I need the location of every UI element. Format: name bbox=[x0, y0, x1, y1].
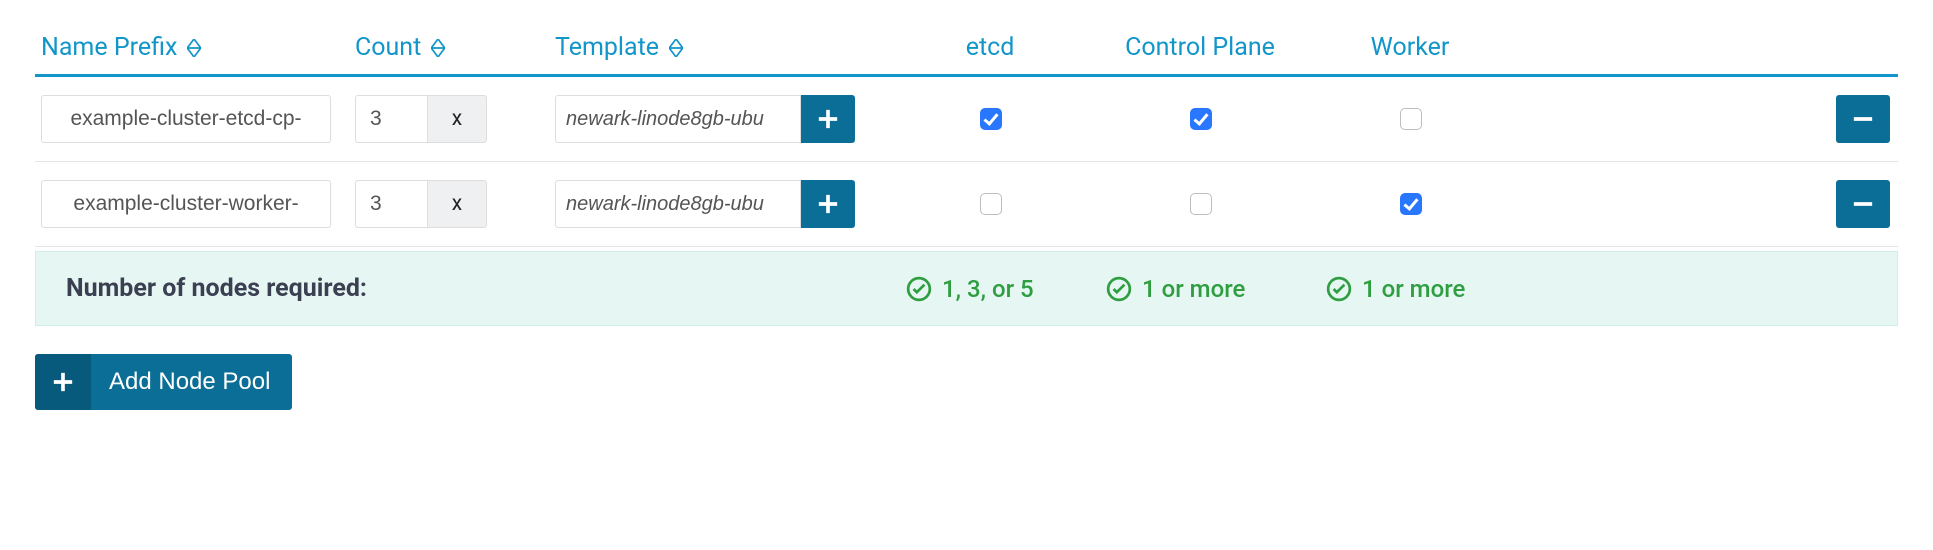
requirement-etcd-text: 1, 3, or 5 bbox=[942, 275, 1034, 303]
remove-row-button[interactable] bbox=[1836, 180, 1890, 228]
header-cp-label: Control Plane bbox=[1125, 33, 1275, 62]
add-node-pool-button[interactable]: Add Node Pool bbox=[35, 354, 292, 410]
template-input[interactable] bbox=[555, 180, 801, 228]
worker-checkbox[interactable] bbox=[1400, 108, 1422, 130]
add-node-pool-label: Add Node Pool bbox=[109, 368, 270, 396]
header-worker-label: Worker bbox=[1371, 33, 1450, 62]
requirement-worker: 1 or more bbox=[1326, 275, 1867, 303]
header-name-prefix-label: Name Prefix bbox=[41, 33, 177, 62]
check-circle-icon bbox=[1326, 276, 1352, 302]
header-count-label: Count bbox=[355, 33, 421, 62]
node-pools-table: Name Prefix Count Template etcd Control … bbox=[35, 25, 1898, 326]
header-template[interactable]: Template bbox=[555, 33, 895, 62]
count-group: x bbox=[355, 180, 555, 228]
header-worker: Worker bbox=[1315, 33, 1505, 62]
add-template-button[interactable] bbox=[801, 180, 855, 228]
check-circle-icon bbox=[1106, 276, 1132, 302]
plus-icon bbox=[52, 371, 74, 393]
etcd-checkbox[interactable] bbox=[980, 108, 1002, 130]
requirement-cp-text: 1 or more bbox=[1142, 275, 1245, 303]
name-prefix-input[interactable] bbox=[41, 95, 331, 143]
control-plane-checkbox[interactable] bbox=[1190, 193, 1212, 215]
sort-icon[interactable] bbox=[187, 39, 201, 57]
plus-icon bbox=[817, 193, 839, 215]
add-template-button[interactable] bbox=[801, 95, 855, 143]
table-header-row: Name Prefix Count Template etcd Control … bbox=[35, 25, 1898, 77]
count-input[interactable] bbox=[355, 95, 427, 143]
multiply-label: x bbox=[427, 180, 487, 228]
requirement-control-plane: 1 or more bbox=[1106, 275, 1326, 303]
table-row: x bbox=[35, 162, 1898, 247]
template-group bbox=[555, 95, 895, 143]
etcd-checkbox[interactable] bbox=[980, 193, 1002, 215]
count-input[interactable] bbox=[355, 180, 427, 228]
summary-row: Number of nodes required: 1, 3, or 5 1 o… bbox=[35, 251, 1898, 326]
header-control-plane: Control Plane bbox=[1085, 33, 1315, 62]
minus-icon bbox=[1852, 193, 1874, 215]
header-count[interactable]: Count bbox=[355, 33, 555, 62]
requirement-etcd: 1, 3, or 5 bbox=[906, 275, 1106, 303]
name-prefix-input[interactable] bbox=[41, 180, 331, 228]
requirement-worker-text: 1 or more bbox=[1362, 275, 1465, 303]
remove-row-button[interactable] bbox=[1836, 95, 1890, 143]
header-etcd-label: etcd bbox=[966, 33, 1015, 62]
worker-checkbox[interactable] bbox=[1400, 193, 1422, 215]
count-group: x bbox=[355, 95, 555, 143]
control-plane-checkbox[interactable] bbox=[1190, 108, 1212, 130]
header-name-prefix[interactable]: Name Prefix bbox=[35, 33, 355, 62]
sort-icon[interactable] bbox=[669, 39, 683, 57]
table-row: x bbox=[35, 77, 1898, 162]
plus-icon bbox=[817, 108, 839, 130]
template-input[interactable] bbox=[555, 95, 801, 143]
header-template-label: Template bbox=[555, 33, 659, 62]
template-group bbox=[555, 180, 895, 228]
sort-icon[interactable] bbox=[431, 39, 445, 57]
header-etcd: etcd bbox=[895, 33, 1085, 62]
multiply-label: x bbox=[427, 95, 487, 143]
check-circle-icon bbox=[906, 276, 932, 302]
minus-icon bbox=[1852, 108, 1874, 130]
summary-label: Number of nodes required: bbox=[66, 274, 906, 303]
plus-icon-box bbox=[35, 354, 91, 410]
